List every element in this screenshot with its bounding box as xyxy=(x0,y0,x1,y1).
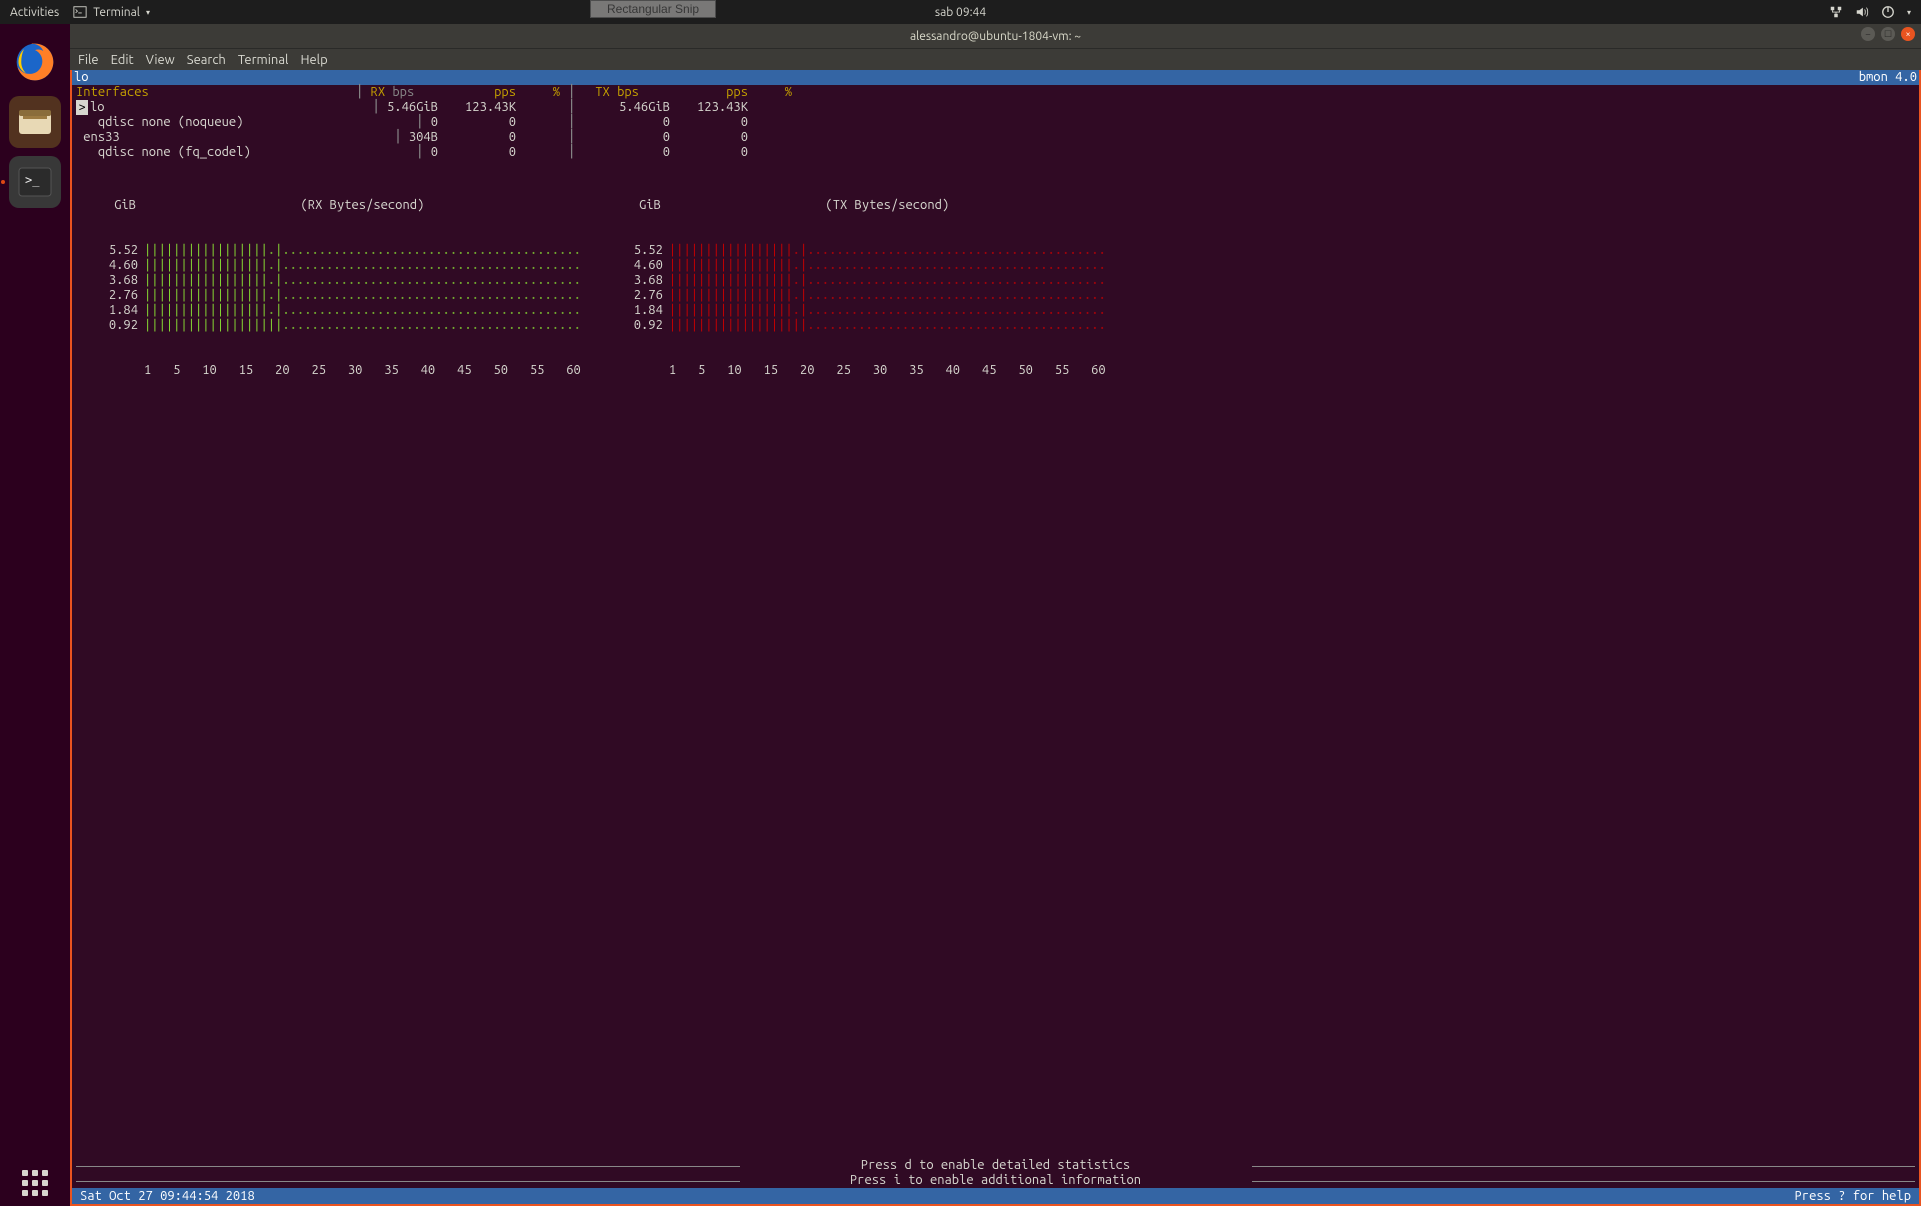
window-titlebar[interactable]: alessandro@ubuntu-1804-vm: ~ – ☐ × xyxy=(70,24,1921,48)
firefox-icon xyxy=(13,40,57,84)
power-icon[interactable] xyxy=(1881,5,1895,19)
dock: >_ xyxy=(0,24,70,1206)
graph-rx-xaxis: 1 5 10 15 20 25 30 35 40 45 50 55 60 xyxy=(96,363,581,378)
iface-row[interactable]: qdisc none (fq_codel)│ 00│00 xyxy=(72,145,1919,160)
window-maximize-button[interactable]: ☐ xyxy=(1881,27,1895,41)
bmon-help-hint: Press ? for help xyxy=(1795,1189,1911,1204)
hdr-interfaces: Interfaces xyxy=(76,85,356,100)
gnome-topbar: Activities Terminal ▾ sab 09:44 ▾ Rectan… xyxy=(0,0,1921,24)
dock-show-apps[interactable] xyxy=(22,1170,48,1196)
bmon-topline: lo bmon 4.0 xyxy=(72,70,1919,85)
bmon-statusline: Sat Oct 27 09:44:54 2018 Press ? for hel… xyxy=(72,1188,1919,1204)
graph-tx: GiB (TX Bytes/second) 5.52||||||||||||||… xyxy=(621,168,1106,408)
window-minimize-button[interactable]: – xyxy=(1861,27,1875,41)
menu-search[interactable]: Search xyxy=(187,53,226,67)
dock-item-firefox[interactable] xyxy=(9,36,61,88)
bmon-header-row: Interfaces │ RX bps pps % │ TX bps pps % xyxy=(72,85,1919,100)
iface-row[interactable]: qdisc none (noqueue)│ 00│00 xyxy=(72,115,1919,130)
snipping-overlay: Rectangular Snip xyxy=(590,0,716,18)
svg-text:>_: >_ xyxy=(25,173,40,187)
network-icon[interactable] xyxy=(1829,5,1843,19)
graph-tx-xaxis: 1 5 10 15 20 25 30 35 40 45 50 55 60 xyxy=(621,363,1106,378)
menu-edit[interactable]: Edit xyxy=(111,53,134,67)
clock[interactable]: sab 09:44 xyxy=(935,6,986,19)
bmon-timestamp: Sat Oct 27 09:44:54 2018 xyxy=(80,1189,255,1204)
dock-item-files[interactable] xyxy=(9,96,61,148)
bmon-graphs: GiB (RX Bytes/second) 5.52||||||||||||||… xyxy=(72,160,1919,408)
window-close-button[interactable]: × xyxy=(1901,27,1915,41)
graph-rx: GiB (RX Bytes/second) 5.52||||||||||||||… xyxy=(96,168,581,408)
terminal-window: alessandro@ubuntu-1804-vm: ~ – ☐ × File … xyxy=(70,24,1921,1206)
terminal-menubar: File Edit View Search Terminal Help xyxy=(70,48,1921,70)
bmon-version: bmon 4.0 xyxy=(1859,70,1917,85)
terminal-icon xyxy=(73,5,87,19)
iface-row[interactable]: >lo│ 5.46GiB123.43K│5.46GiB123.43K xyxy=(72,100,1919,115)
bmon-selected-iface: lo xyxy=(74,70,89,85)
menu-view[interactable]: View xyxy=(146,53,175,67)
activities-button[interactable]: Activities xyxy=(10,6,59,19)
app-menu[interactable]: Terminal ▾ xyxy=(73,5,150,19)
bmon-hint-additional: Press i to enable additional information xyxy=(72,1173,1919,1188)
terminal-body[interactable]: lo bmon 4.0 Interfaces │ RX bps pps % │ … xyxy=(70,70,1921,1206)
system-menu-chevron-icon[interactable]: ▾ xyxy=(1907,8,1911,17)
menu-file[interactable]: File xyxy=(78,53,99,67)
iface-row[interactable]: ens33│ 304B0│00 xyxy=(72,130,1919,145)
volume-icon[interactable] xyxy=(1855,5,1869,19)
files-icon xyxy=(15,102,55,142)
bmon-hint-detailed: Press d to enable detailed statistics xyxy=(72,1158,1919,1173)
dock-item-terminal[interactable]: >_ xyxy=(9,156,61,208)
window-title: alessandro@ubuntu-1804-vm: ~ xyxy=(910,30,1081,43)
menu-terminal[interactable]: Terminal xyxy=(238,53,289,67)
chevron-down-icon: ▾ xyxy=(146,8,150,17)
terminal-app-icon: >_ xyxy=(15,162,55,202)
menu-help[interactable]: Help xyxy=(300,53,327,67)
